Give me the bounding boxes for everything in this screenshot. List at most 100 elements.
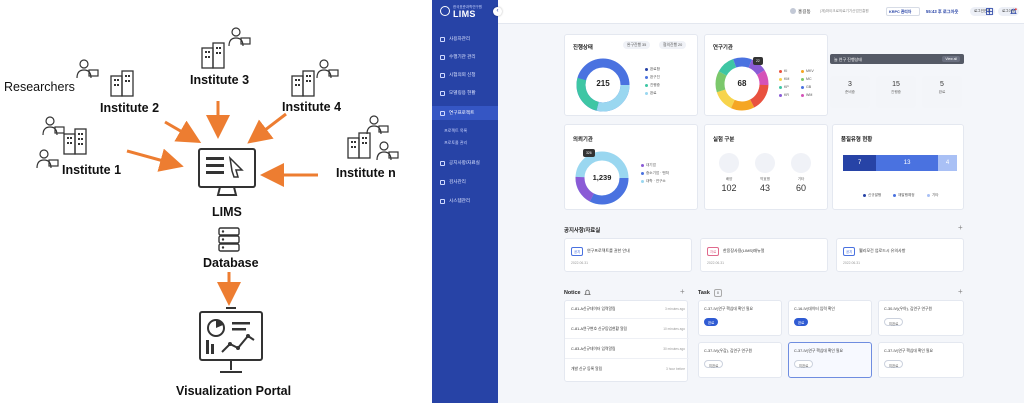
task-status-button[interactable]: 완료	[704, 318, 719, 326]
task-status-button[interactable]: 미완료	[794, 360, 814, 368]
bell-icon[interactable]	[1010, 8, 1017, 15]
sidebar-item-projects[interactable]: 연구프로젝트	[432, 106, 498, 120]
experiment-count: 43	[759, 183, 770, 193]
list-item[interactable]: 개발 신규 등록 알림 3 hour before	[565, 361, 689, 379]
building-icon	[291, 70, 315, 97]
notice-list-title: Notice	[564, 290, 581, 296]
portal-label: Visualization Portal	[176, 384, 292, 398]
status-box-done[interactable]: 5 완료	[922, 76, 962, 108]
arrow-institute4-lims	[247, 112, 287, 144]
notice-tag: 공지	[843, 247, 856, 256]
task-status-button[interactable]: 미완료	[704, 360, 724, 368]
add-notice-icon[interactable]: +	[958, 223, 963, 232]
grid-icon[interactable]	[986, 8, 993, 15]
notice-text: 웰리모건 업로드시 유의사항	[859, 248, 906, 253]
task-status-button[interactable]: 완료	[794, 318, 809, 326]
status-box-in-progress[interactable]: 15 진행중	[876, 76, 916, 108]
task-card[interactable]: C-37-IV)(우감), 김연구 연구원 미완료	[698, 342, 782, 378]
architecture-diagram: Researchers Institute 1 Institute 2 Inst…	[0, 0, 432, 403]
task-card[interactable]: C-37-IV)연구 핵심데 확인 필요 완료	[698, 300, 782, 336]
status-count: 5	[940, 81, 944, 88]
sidebar-item-label: 시험의뢰 신청	[449, 72, 476, 77]
collapse-sidebar-button[interactable]: ‹	[493, 7, 502, 16]
legend-item: 완료	[645, 91, 657, 96]
legend-item: 대기업	[641, 163, 656, 168]
add-task-icon[interactable]: +	[958, 287, 963, 296]
quality-card-title: 품질유형 현황	[841, 137, 873, 143]
task-text: C-37-IV)연구 핵심데 확인 필요	[794, 349, 843, 353]
notice-card[interactable]: 공지 웰리모건 업로드시 유의사항 2022.06.31	[836, 238, 964, 272]
task-count-badge: 8	[714, 289, 722, 297]
notice-text: 연구프로젝트를 권한 안내	[587, 248, 630, 253]
list-item[interactable]: C-81-A신규데이터 입력알림 3 minutes ago	[565, 301, 689, 319]
progress-pill-2: 협의진행 20	[659, 41, 687, 49]
status-label: 완료	[938, 90, 946, 94]
experiment-label: 기타	[797, 177, 805, 181]
list-item-time: 3 hour before	[666, 367, 685, 371]
monitor-icon	[198, 148, 256, 196]
sidebar-item-label: 사용자관리	[449, 36, 471, 41]
sidebar-item-label: 검사관리	[449, 179, 466, 184]
sidebar-subitem-protocols[interactable]: 프로토콜 관리	[444, 140, 467, 146]
sidebar-item-modeling[interactable]: 모델링용 현황	[432, 86, 498, 100]
task-section-title: Task	[698, 290, 710, 296]
status-box-preparing[interactable]: 3 준비중	[830, 76, 870, 108]
sidebar-item-inspection[interactable]: 검사관리	[432, 175, 498, 189]
menu-icon	[440, 54, 445, 60]
flask-icon	[755, 153, 775, 173]
quality-segment: 4	[938, 155, 957, 171]
role-select[interactable]: KRPC 관리자	[886, 7, 920, 16]
brand-logo-icon	[440, 6, 450, 16]
research-institutes-title: 연구기관	[713, 45, 733, 51]
task-card[interactable]: C-37-IV)연구 핵심데 확인 필요 미완료	[788, 342, 872, 378]
list-item[interactable]: C-83-A신규데이터 입력알림 30 minutes ago	[565, 341, 689, 359]
menu-icon	[440, 198, 445, 204]
task-text: C-37-IV)(우감), 김연구 연구원	[704, 349, 752, 353]
research-status-header: 늘 연구 진행상태 View all	[830, 54, 964, 64]
quality-segment: 7	[843, 155, 877, 171]
notice-card[interactable]: 자료 한웅장사용(LIMS)매뉴얼 2022.06.31	[700, 238, 828, 272]
notice-date: 2022.06.31	[843, 261, 860, 265]
legend-item: GB	[801, 85, 811, 89]
sidebar-item-institutes[interactable]: 수행기관 관리	[432, 50, 498, 64]
progress-card-title: 진행상태	[573, 45, 593, 51]
notice-card[interactable]: 공지 연구프로젝트를 권한 안내 2022.06.31	[564, 238, 692, 272]
notice-tag: 자료	[707, 247, 720, 256]
sidebar-subitem-project-list[interactable]: 프로젝트 목록	[444, 128, 467, 134]
legend-item: 진행중	[645, 83, 660, 88]
task-card[interactable]: C-37-IV)연구 핵심데 확인 필요 미완료	[878, 342, 964, 378]
task-status-button[interactable]: 미완료	[884, 318, 904, 326]
menu-icon	[440, 160, 445, 166]
menu-icon	[440, 72, 445, 78]
task-card[interactable]: C-16-IV)데이터 입력 확인 완료	[788, 300, 872, 336]
sidebar-item-system[interactable]: 시스템관리	[432, 194, 498, 208]
legend-item: KR	[779, 93, 789, 97]
experiment-card: 실험 구분 배양 약효평 기타 102 43 60	[704, 124, 828, 210]
sidebar: 한국표준과학연구원 LIMS 사용자관리 수행기관 관리 시험의뢰 신청 모델링…	[432, 0, 498, 403]
requester-tooltip: 326	[583, 149, 595, 157]
sidebar-item-users[interactable]: 사용자관리	[432, 32, 498, 46]
researcher-icon	[366, 115, 389, 135]
researchers-label: Researchers	[4, 80, 75, 94]
experiment-card-title: 실험 구분	[713, 137, 735, 143]
add-notice-list-icon[interactable]: +	[680, 287, 685, 296]
list-item-text: C-83-A신규데이터 입력알림	[571, 347, 616, 351]
status-label: 준비중	[845, 90, 855, 94]
legend-item: KM	[779, 77, 789, 81]
view-all-button[interactable]: View all	[942, 56, 960, 62]
list-item[interactable]: C-81-A연구변호 신규등업현황 알림 10 minutes ago	[565, 321, 689, 339]
brand-name[interactable]: LIMS	[453, 9, 476, 19]
institute-label-4: Institute 4	[282, 100, 342, 114]
user-name: 홍길동	[798, 9, 811, 14]
sidebar-item-test-request[interactable]: 시험의뢰 신청	[432, 68, 498, 82]
task-card[interactable]: C-30-IV)(우아), 김연구 연구원 미완료	[878, 300, 964, 336]
task-status-button[interactable]: 미완료	[884, 360, 904, 368]
legend-item: KP	[779, 85, 789, 89]
notice-list: C-81-A신규데이터 입력알림 3 minutes ago C-81-A연구변호…	[564, 300, 689, 382]
sidebar-item-label: 수행기관 관리	[449, 54, 476, 59]
sidebar-item-notices[interactable]: 공지사항/자료실	[432, 156, 498, 170]
researcher-icon	[376, 141, 399, 161]
list-item-text: 개발 신규 등록 알림	[571, 367, 603, 371]
researcher-icon	[76, 59, 99, 79]
user-institution: (재)마이크로의료기기산업진흥원	[820, 9, 869, 13]
